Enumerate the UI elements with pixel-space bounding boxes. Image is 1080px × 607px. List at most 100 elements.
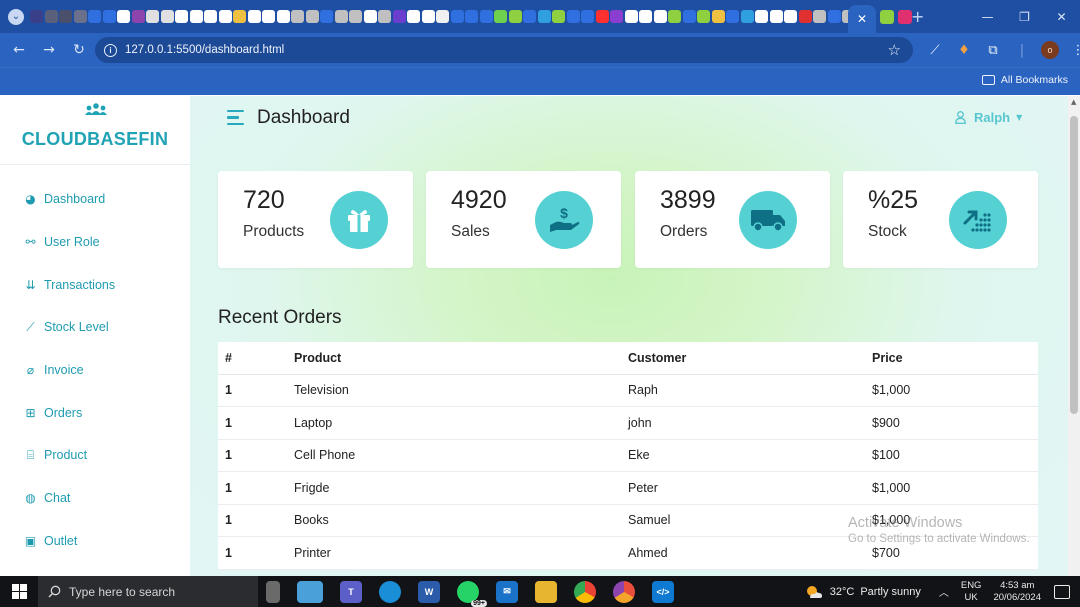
tab-favicon[interactable]: [305, 10, 319, 23]
tab-favicon[interactable]: [610, 10, 623, 23]
tab-favicon[interactable]: [566, 10, 580, 23]
forward-icon[interactable]: →: [36, 37, 62, 63]
user-menu[interactable]: Ralph ▼: [955, 110, 1022, 125]
extension-icon[interactable]: ⟋: [925, 40, 945, 60]
tab-favicon[interactable]: [897, 10, 912, 24]
tab-favicon[interactable]: [131, 10, 145, 23]
show-hidden-icons-chevron-up-icon[interactable]: ︿: [939, 584, 949, 599]
tab-favicon[interactable]: [450, 10, 464, 23]
temperature[interactable]: 32°C: [830, 586, 855, 598]
notifications-icon[interactable]: [1054, 584, 1070, 599]
tab-favicon[interactable]: [189, 10, 203, 23]
tab-favicon[interactable]: [117, 10, 130, 23]
all-bookmarks-button[interactable]: All Bookmarks: [981, 74, 1068, 86]
tab-favicon[interactable]: [30, 10, 43, 23]
metamask-icon[interactable]: ♦: [954, 40, 974, 60]
tab-favicon[interactable]: [175, 10, 188, 23]
tab-favicon[interactable]: [465, 10, 478, 23]
sidebar-item-user-role[interactable]: ⚯ User Role: [24, 231, 99, 253]
weather-text[interactable]: Partly sunny: [860, 586, 921, 598]
tab-favicon[interactable]: [218, 10, 232, 23]
profile-avatar[interactable]: o: [1041, 41, 1059, 59]
table-row[interactable]: 1 Television Raph $1,000: [218, 374, 1038, 407]
table-row[interactable]: 1 Frigde Peter $1,000: [218, 471, 1038, 505]
whatsapp-icon[interactable]: 99+: [457, 580, 487, 607]
tab-favicon[interactable]: [581, 10, 594, 23]
tab-favicon[interactable]: [44, 10, 58, 23]
edge-icon[interactable]: [379, 580, 401, 603]
browser-menu-icon[interactable]: ⋮: [1068, 40, 1080, 60]
tab-favicon[interactable]: [262, 10, 275, 23]
column-header[interactable]: #: [218, 342, 287, 375]
trash-app-icon[interactable]: [266, 580, 280, 603]
mail-icon[interactable]: ✉: [496, 580, 518, 603]
site-info-icon[interactable]: i: [104, 43, 117, 57]
tab-favicon[interactable]: [624, 10, 638, 23]
column-header[interactable]: Product: [287, 342, 621, 375]
puzzle-extensions-icon[interactable]: ⧉: [983, 40, 1003, 60]
bookmark-star-icon[interactable]: ☆: [888, 41, 901, 59]
sidebar-item-transactions[interactable]: ⇊ Transactions: [24, 274, 115, 296]
tab-favicon[interactable]: [508, 10, 522, 23]
tab-favicon[interactable]: [595, 10, 609, 23]
tab-favicon[interactable]: [334, 10, 348, 23]
tab-favicon[interactable]: [639, 10, 652, 23]
tab-favicon[interactable]: [73, 10, 87, 23]
language-indicator[interactable]: ENG UK: [961, 580, 982, 604]
tab-favicon[interactable]: [392, 10, 406, 23]
tab-favicon[interactable]: [682, 10, 696, 23]
tab-favicon[interactable]: [827, 10, 841, 23]
tab-favicon[interactable]: [378, 10, 391, 23]
tab-favicon[interactable]: [668, 10, 681, 23]
tab-favicon[interactable]: [320, 10, 333, 23]
tab-favicon[interactable]: [247, 10, 261, 23]
taskbar-search[interactable]: Type here to search: [38, 576, 258, 607]
column-header[interactable]: Price: [865, 342, 1038, 375]
active-tab-close-icon[interactable]: ✕: [848, 5, 876, 33]
start-button[interactable]: [0, 576, 38, 607]
brand-name[interactable]: CLOUDBASEFIN: [0, 129, 190, 150]
url-text[interactable]: 127.0.0.1:5500/dashboard.html: [125, 44, 284, 56]
tab-favicon[interactable]: [711, 10, 725, 23]
file-explorer-icon[interactable]: [535, 580, 557, 603]
clock[interactable]: 4:53 am 20/06/2024: [993, 580, 1041, 604]
new-tab-plus-icon[interactable]: +: [911, 7, 924, 26]
restore-icon[interactable]: ❐: [1006, 0, 1043, 33]
tab-favicon[interactable]: [349, 10, 362, 23]
tab-favicon[interactable]: [755, 10, 768, 23]
tab-favicon[interactable]: [160, 10, 174, 23]
tab-favicon[interactable]: [784, 10, 797, 23]
tab-favicon[interactable]: [88, 10, 101, 23]
tab-favicon[interactable]: [740, 10, 754, 23]
tab-favicon[interactable]: [697, 10, 710, 23]
tab-favicon[interactable]: [769, 10, 783, 23]
tab-favicon[interactable]: [523, 10, 536, 23]
sidebar-item-dashboard[interactable]: ◕ Dashboard: [24, 188, 105, 210]
tab-favicon[interactable]: [146, 10, 159, 23]
tab-favicon[interactable]: [813, 10, 826, 23]
tab-favicon[interactable]: [726, 10, 739, 23]
tab-list-chevron-icon[interactable]: ⌄: [8, 8, 24, 25]
back-icon[interactable]: ←: [6, 37, 32, 63]
sidebar-item-invoice[interactable]: ⌀ Invoice: [24, 359, 84, 381]
tab-favicon[interactable]: [798, 10, 812, 23]
tab-favicon[interactable]: [276, 10, 290, 23]
tab-favicon[interactable]: [59, 10, 72, 23]
table-row[interactable]: 1 Cell Phone Eke $100: [218, 439, 1038, 472]
vscode-icon[interactable]: </>: [652, 580, 674, 603]
tab-favicon[interactable]: [233, 10, 246, 23]
sidebar-item-product[interactable]: ⌸ Product: [24, 444, 87, 466]
column-header[interactable]: Customer: [621, 342, 865, 375]
tab-favicon[interactable]: [552, 10, 565, 23]
menu-toggle-icon[interactable]: [227, 110, 244, 126]
tab-favicon[interactable]: [880, 10, 894, 24]
teams-icon[interactable]: T: [340, 580, 362, 603]
reload-icon[interactable]: ↻: [66, 37, 92, 63]
tab-favicon[interactable]: [653, 10, 667, 23]
word-icon[interactable]: W: [418, 580, 440, 603]
sidebar-item-chat[interactable]: ◍ Chat: [24, 487, 70, 509]
tab-favicon[interactable]: [204, 10, 217, 23]
tab-favicon[interactable]: [537, 10, 551, 23]
tab-favicon[interactable]: [479, 10, 493, 23]
scroll-thumb[interactable]: [1070, 116, 1078, 414]
